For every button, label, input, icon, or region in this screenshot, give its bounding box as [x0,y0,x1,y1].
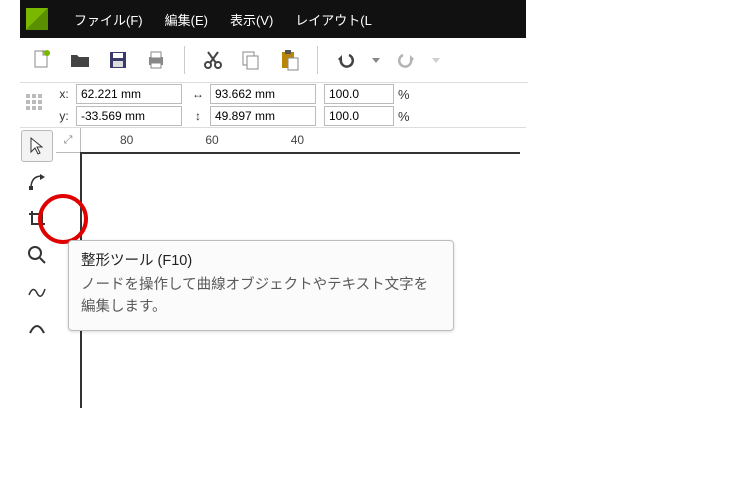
artistic-media-tool[interactable] [22,312,52,342]
percent-label: % [398,109,410,124]
standard-toolbar [20,38,528,83]
redo-dropdown[interactable] [430,46,442,74]
toolbox [20,128,54,342]
width-input[interactable] [210,84,316,104]
new-button[interactable] [28,46,56,74]
ruler-tick: 40 [291,133,304,147]
menu-view[interactable]: 表示(V) [230,10,273,29]
tooltip-body: ノードを操作して曲線オブジェクトやテキスト文字を編集します。 [81,275,441,319]
width-icon: ↔ [190,87,206,101]
menu-layout[interactable]: レイアウト(L [295,10,372,29]
pick-tool[interactable] [21,130,53,162]
shape-tool[interactable] [22,168,52,198]
menu-edit[interactable]: 編集(E) [165,10,208,29]
ruler-tick: 80 [120,133,133,147]
paste-button[interactable] [275,46,303,74]
y-label: y: [56,109,72,123]
x-label: x: [56,87,72,101]
freehand-tool[interactable] [22,276,52,306]
ruler-corner[interactable]: ⤢ [56,128,81,153]
open-button[interactable] [66,46,94,74]
y-input[interactable] [76,106,182,126]
percent-label: % [398,87,410,102]
workarea: ⤢ 80 60 40 整形ツール (F10) ノードを操作して曲線オブジェクトや… [20,128,520,408]
redo-button[interactable] [392,46,420,74]
height-input[interactable] [210,106,316,126]
undo-button[interactable] [332,46,360,74]
ruler-tick: 60 [205,133,218,147]
menu-file[interactable]: ファイル(F) [74,10,143,29]
crop-tool[interactable] [22,204,52,234]
separator [317,46,318,74]
menubar: ファイル(F) 編集(E) 表示(V) レイアウト(L [20,0,526,38]
scale-x-input[interactable] [324,84,394,104]
tooltip-title: 整形ツール (F10) [81,251,441,273]
anchor-grid-icon[interactable] [26,94,48,116]
property-bar: x: y: ↔ ↕ % % [20,83,526,128]
ruler-horizontal[interactable]: 80 60 40 [80,128,520,153]
zoom-tool[interactable] [22,240,52,270]
save-button[interactable] [104,46,132,74]
height-icon: ↕ [190,109,206,123]
tooltip: 整形ツール (F10) ノードを操作して曲線オブジェクトやテキスト文字を編集しま… [68,240,454,331]
x-input[interactable] [76,84,182,104]
copy-button[interactable] [237,46,265,74]
app-logo-icon [26,8,48,30]
cut-button[interactable] [199,46,227,74]
print-button[interactable] [142,46,170,74]
scale-y-input[interactable] [324,106,394,126]
separator [184,46,185,74]
undo-dropdown[interactable] [370,46,382,74]
